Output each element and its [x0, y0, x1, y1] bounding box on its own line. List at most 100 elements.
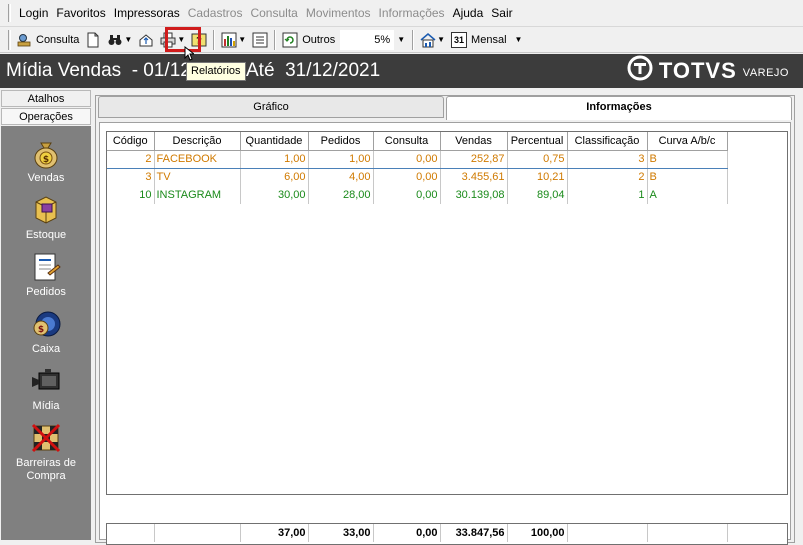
- consulta-button[interactable]: Consulta: [14, 29, 82, 51]
- table-row[interactable]: 2 FACEBOOK 1,00 1,00 0,00 252,87 0,75 3 …: [107, 149, 728, 169]
- order-document-icon: [29, 250, 63, 284]
- sidebar-item-label: Barreiras de Compra: [16, 457, 76, 482]
- sidebar-tab-operacoes[interactable]: Operações: [1, 108, 91, 125]
- sidebar-item-estoque[interactable]: Estoque: [1, 193, 91, 242]
- grid-header-row: Código Descrição Quantidade Pedidos Cons…: [107, 132, 728, 151]
- money-bag-icon: $: [29, 136, 63, 170]
- chevron-down-icon[interactable]: ▼: [515, 35, 523, 44]
- cell-consulta: 0,00: [373, 149, 441, 169]
- cell-percentual: 89,04: [507, 186, 568, 204]
- cell-vendas: 252,87: [440, 149, 508, 169]
- cell-vendas: 30.139,08: [440, 186, 508, 204]
- outros-label: Outros: [302, 33, 336, 46]
- col-header-curva[interactable]: Curva A/b/c: [647, 132, 728, 151]
- sidebar: Atalhos Operações $ Vendas Estoque Pedid…: [0, 90, 92, 545]
- chevron-down-icon[interactable]: ▼: [124, 35, 132, 44]
- percent-select[interactable]: 5%: [340, 29, 395, 50]
- tab-informacoes[interactable]: Informações: [446, 96, 792, 120]
- col-header-vendas[interactable]: Vendas: [440, 132, 508, 151]
- chevron-down-icon[interactable]: ▼: [238, 35, 246, 44]
- grid-table: Código Descrição Quantidade Pedidos Cons…: [107, 132, 728, 204]
- totvs-logo-icon: [627, 55, 653, 87]
- print-button-highlight: [165, 27, 201, 52]
- col-header-consulta[interactable]: Consulta: [373, 132, 441, 151]
- logo-subtext: VAREJO: [742, 67, 789, 79]
- cell-classificacao: 3: [567, 149, 648, 169]
- sidebar-item-vendas[interactable]: $ Vendas: [1, 136, 91, 185]
- sidebar-tab-atalhos[interactable]: Atalhos: [1, 90, 91, 107]
- col-header-codigo[interactable]: Código: [107, 132, 155, 151]
- percent-value: 5%: [374, 33, 391, 46]
- cash-register-icon: $: [29, 307, 63, 341]
- menu-login[interactable]: Login: [15, 0, 52, 27]
- total-vendas: 33.847,56: [440, 524, 508, 542]
- menu-impressoras[interactable]: Impressoras: [110, 0, 184, 27]
- cell-quantidade: 30,00: [240, 186, 309, 204]
- cell-curva: A: [647, 186, 728, 204]
- sidebar-item-caixa[interactable]: $ Caixa: [1, 307, 91, 356]
- data-grid[interactable]: Código Descrição Quantidade Pedidos Cons…: [106, 131, 788, 495]
- sidebar-item-label: Vendas: [27, 172, 65, 184]
- cell-pedidos: 1,00: [308, 149, 374, 169]
- col-header-classificacao[interactable]: Classificação: [567, 132, 648, 151]
- col-header-descricao[interactable]: Descrição: [154, 132, 241, 151]
- col-header-quantidade[interactable]: Quantidade: [240, 132, 309, 151]
- total-curva-empty: [647, 524, 728, 542]
- col-header-percentual[interactable]: Percentual: [507, 132, 568, 151]
- menu-informacoes[interactable]: Informações: [375, 0, 449, 27]
- media-icon: [29, 364, 63, 398]
- binoculars-icon: [107, 32, 123, 48]
- tooltip: Relatórios: [186, 62, 246, 81]
- cell-codigo: 3: [107, 168, 155, 186]
- tab-grafico[interactable]: Gráfico: [98, 96, 444, 118]
- cell-classificacao: 1: [567, 186, 648, 204]
- cell-pedidos: 28,00: [308, 186, 374, 204]
- table-row[interactable]: 3 TV 6,00 4,00 0,00 3.455,61 10,21 2 B: [107, 168, 728, 186]
- list-button[interactable]: [249, 29, 271, 51]
- binoculars-button[interactable]: ▼: [104, 29, 135, 51]
- sidebar-item-midia[interactable]: Mídia: [1, 364, 91, 413]
- sidebar-item-barreiras[interactable]: Barreiras de Compra: [1, 421, 91, 483]
- mensal-button[interactable]: 31 Mensal ▼: [448, 29, 525, 51]
- total-descricao-empty: [154, 524, 241, 542]
- menu-grip: [8, 4, 11, 22]
- page-title-end: Até 31/12/2021: [246, 60, 381, 81]
- toolbar-grip: [8, 29, 11, 50]
- cell-descricao: FACEBOOK: [154, 149, 241, 169]
- bar-chart-icon: [221, 32, 237, 48]
- menu-cadastros[interactable]: Cadastros: [184, 0, 247, 27]
- total-classificacao-empty: [567, 524, 648, 542]
- informacoes-panel: Código Descrição Quantidade Pedidos Cons…: [99, 122, 791, 545]
- table-row[interactable]: 10 INSTAGRAM 30,00 28,00 0,00 30.139,08 …: [107, 186, 728, 204]
- outros-button[interactable]: Outros: [279, 29, 338, 51]
- title-bar: Mídia Vendas - 01/12 Até 31/12/2021 TOTV…: [0, 54, 803, 88]
- export-house-icon: [138, 32, 154, 48]
- menu-movimentos[interactable]: Movimentos: [302, 0, 375, 27]
- logo-text: TOTVS: [658, 58, 737, 83]
- toolbar-separator: [412, 29, 415, 50]
- menu-favoritos[interactable]: Favoritos: [52, 0, 109, 27]
- search-person-icon: [17, 32, 33, 48]
- export-button[interactable]: [135, 29, 157, 51]
- house-chart-button[interactable]: ▼: [417, 29, 448, 51]
- menu-sair[interactable]: Sair: [487, 0, 516, 27]
- cell-consulta: 0,00: [373, 186, 441, 204]
- chart-button[interactable]: ▼: [218, 29, 249, 51]
- cell-vendas: 3.455,61: [440, 168, 508, 186]
- new-document-button[interactable]: [82, 29, 104, 51]
- sidebar-item-pedidos[interactable]: Pedidos: [1, 250, 91, 299]
- purchase-barrier-icon: [29, 421, 63, 455]
- toolbar-separator: [274, 29, 277, 50]
- total-percentual: 100,00: [507, 524, 568, 542]
- list-icon: [252, 32, 268, 48]
- calendar-number: 31: [454, 34, 465, 45]
- cell-curva: B: [647, 168, 728, 186]
- col-header-pedidos[interactable]: Pedidos: [308, 132, 374, 151]
- menu-ajuda[interactable]: Ajuda: [449, 0, 488, 27]
- menu-consulta[interactable]: Consulta: [246, 0, 301, 27]
- chevron-down-icon[interactable]: ▼: [397, 35, 405, 44]
- totals-table: 37,00 33,00 0,00 33.847,56 100,00: [107, 524, 728, 542]
- chevron-down-icon[interactable]: ▼: [437, 35, 445, 44]
- cell-descricao: INSTAGRAM: [154, 186, 241, 204]
- cell-classificacao: 2: [567, 168, 648, 186]
